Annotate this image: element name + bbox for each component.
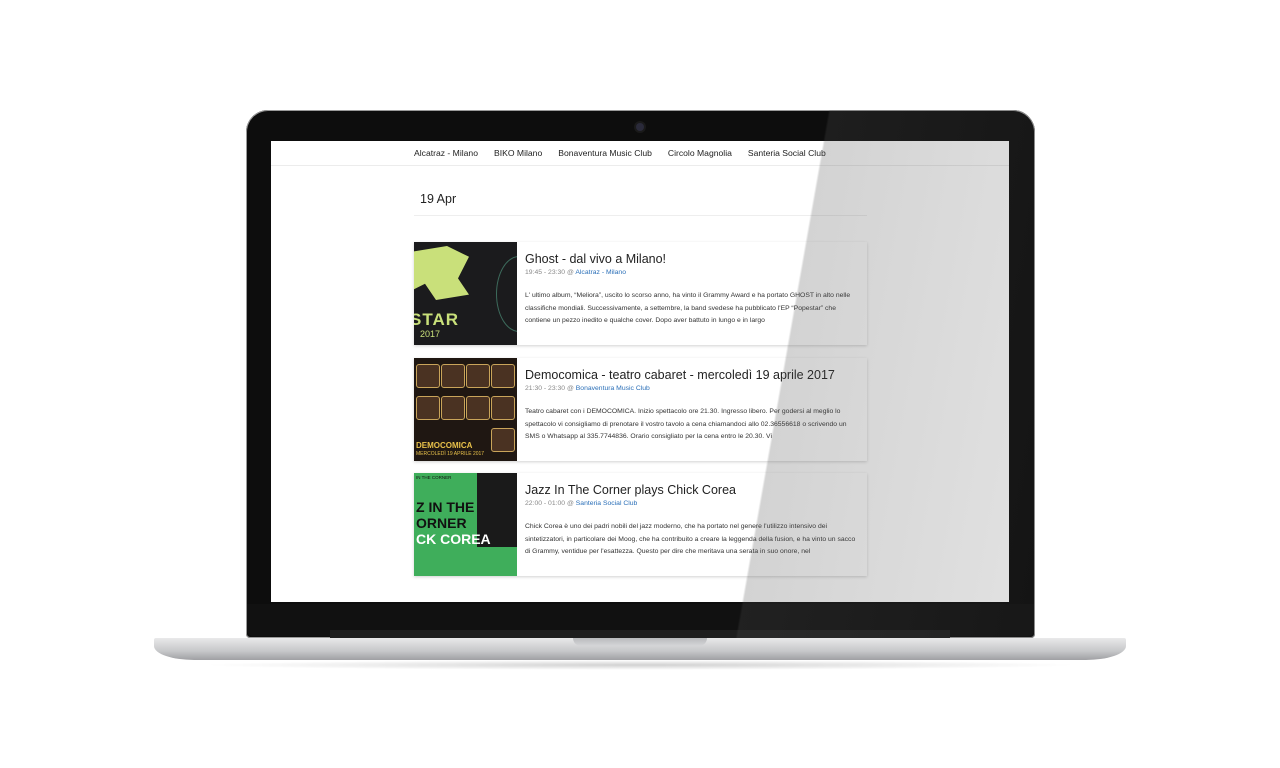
event-body: Ghost - dal vivo a Milano! 19:45 - 23:30…	[517, 242, 867, 345]
thumb-subtext: MERCOLEDÌ 19 APRILE 2017	[416, 451, 485, 457]
event-thumbnail[interactable]: STAR 2017	[414, 242, 517, 345]
nav-item-bonaventura[interactable]: Bonaventura Music Club	[558, 148, 652, 158]
performer-photo	[441, 364, 465, 388]
event-description: Teatro cabaret con i DEMOCOMICA. Inizio …	[525, 408, 847, 441]
thumb-text: DEMOCOMICA	[416, 441, 473, 450]
laptop-notch	[573, 638, 707, 646]
event-description: L' ultimo album, “Meliora”, uscito lo sc…	[525, 292, 851, 325]
laptop-hinge	[330, 630, 950, 638]
laptop-screen: Alcatraz - Milano BIKO Milano Bonaventur…	[271, 141, 1009, 602]
event-title[interactable]: Democomica - teatro cabaret - mercoledì …	[525, 368, 859, 382]
decorative-circle	[496, 256, 517, 332]
nav-item-santeria[interactable]: Santeria Social Club	[748, 148, 826, 158]
thumb-text-line: CK COREA	[416, 531, 491, 547]
event-card[interactable]: IN THE CORNER Z IN THE ORNER CK COREA Ja…	[414, 473, 867, 576]
event-description: Chick Corea è uno dei padri nobili del j…	[525, 523, 856, 556]
event-card[interactable]: STAR 2017 Ghost - dal vivo a Milano! 19:…	[414, 242, 867, 345]
thumb-text: STAR	[414, 310, 460, 329]
venue-nav: Alcatraz - Milano BIKO Milano Bonaventur…	[271, 141, 1009, 166]
event-meta: 22:00 - 01:00 @ Santeria Social Club	[525, 500, 859, 507]
event-body: Democomica - teatro cabaret - mercoledì …	[517, 358, 867, 461]
performer-photo	[441, 396, 465, 420]
events-list: 19 Apr STAR 2017 Ghost - dal vivo a Mila…	[414, 191, 867, 576]
event-thumbnail[interactable]: DEMOCOMICA MERCOLEDÌ 19 APRILE 2017	[414, 358, 517, 461]
event-title[interactable]: Jazz In The Corner plays Chick Corea	[525, 483, 859, 497]
thumb-text-line: ORNER	[416, 515, 467, 531]
ghost-logo-shape	[414, 246, 469, 300]
date-header: 19 Apr	[414, 191, 867, 216]
thumb-toptext: IN THE CORNER	[416, 475, 452, 480]
event-meta: 21:30 - 23:30 @ Bonaventura Music Club	[525, 385, 859, 392]
nav-item-biko[interactable]: BIKO Milano	[494, 148, 542, 158]
performer-photo	[491, 396, 515, 420]
event-card[interactable]: DEMOCOMICA MERCOLEDÌ 19 APRILE 2017 Demo…	[414, 358, 867, 461]
event-meta: 19:45 - 23:30 @ Alcatraz - Milano	[525, 269, 859, 276]
event-venue-link[interactable]: Santeria Social Club	[576, 500, 638, 507]
event-thumbnail[interactable]: IN THE CORNER Z IN THE ORNER CK COREA	[414, 473, 517, 576]
performer-photo	[466, 364, 490, 388]
event-venue-link[interactable]: Alcatraz - Milano	[575, 269, 626, 276]
performer-photo	[491, 364, 515, 388]
performer-photo	[491, 428, 515, 452]
event-body: Jazz In The Corner plays Chick Corea 22:…	[517, 473, 867, 576]
thumb-text-line: Z IN THE	[416, 499, 475, 515]
event-time: 19:45 - 23:30 @	[525, 269, 574, 276]
event-time: 22:00 - 01:00 @	[525, 500, 574, 507]
thumb-subtext: 2017	[420, 329, 441, 339]
event-time: 21:30 - 23:30 @	[525, 385, 574, 392]
event-title[interactable]: Ghost - dal vivo a Milano!	[525, 252, 859, 266]
event-venue-link[interactable]: Bonaventura Music Club	[576, 385, 650, 392]
nav-item-alcatraz[interactable]: Alcatraz - Milano	[414, 148, 478, 158]
nav-item-magnolia[interactable]: Circolo Magnolia	[668, 148, 732, 158]
performer-photo	[466, 396, 490, 420]
laptop-shadow	[200, 660, 1080, 670]
performer-photo	[416, 364, 440, 388]
camera-icon	[636, 123, 644, 131]
performer-photo	[416, 396, 440, 420]
